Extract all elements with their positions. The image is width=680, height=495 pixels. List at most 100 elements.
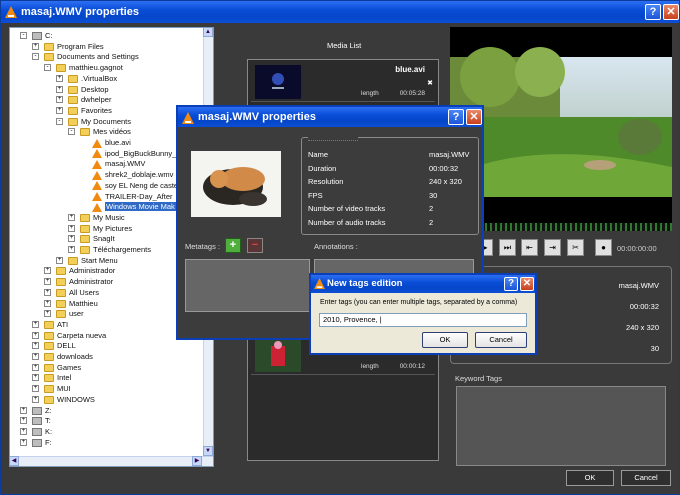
remove-tag-icon[interactable]: − xyxy=(247,238,263,253)
tree-item[interactable]: + T: xyxy=(20,415,51,426)
tree-item[interactable]: + Start Menu xyxy=(56,255,118,266)
remove-icon[interactable]: ✖ xyxy=(427,79,433,87)
tree-item[interactable]: + downloads xyxy=(32,351,93,362)
keyword-tags-box[interactable] xyxy=(456,386,666,466)
tree-item[interactable]: - Mes vidéos xyxy=(68,126,131,137)
stop-icon[interactable]: ● xyxy=(595,239,612,256)
expand-icon[interactable]: + xyxy=(32,363,39,371)
expand-icon[interactable]: + xyxy=(20,427,27,435)
collapse-icon[interactable]: - xyxy=(44,64,51,72)
tree-item[interactable]: + Desktop xyxy=(56,84,109,95)
tree-item[interactable]: + Program Files xyxy=(32,41,104,52)
tree-item[interactable]: + dwhelper xyxy=(56,94,111,105)
close-button[interactable]: ✕ xyxy=(663,4,679,20)
tree-item[interactable]: + K: xyxy=(20,426,52,437)
expand-icon[interactable]: + xyxy=(32,385,39,393)
collapse-icon[interactable]: - xyxy=(56,117,63,125)
tree-item[interactable]: - My Documents xyxy=(56,116,131,127)
scroll-up-icon[interactable]: ▲ xyxy=(203,28,213,37)
tree-item[interactable]: + Favorites xyxy=(56,105,112,116)
tree-item[interactable]: blue.avi xyxy=(92,137,131,148)
tree-item[interactable]: + user xyxy=(44,308,84,319)
tags-cancel-button[interactable]: Cancel xyxy=(475,332,527,348)
tree-item[interactable]: + Intel xyxy=(32,372,71,383)
tree-horizontal-scrollbar[interactable]: ◀ ▶ xyxy=(10,456,213,466)
tree-item[interactable]: + My Music xyxy=(68,212,125,223)
tree-item[interactable]: + WINDOWS xyxy=(32,394,95,405)
expand-icon[interactable]: + xyxy=(68,224,75,232)
expand-icon[interactable]: + xyxy=(32,342,39,350)
close-button[interactable]: ✕ xyxy=(520,277,534,291)
tree-item[interactable]: + My Pictures xyxy=(68,223,132,234)
tree-item[interactable]: + F: xyxy=(20,437,52,448)
expand-icon[interactable]: + xyxy=(68,235,75,243)
tree-item[interactable]: + Téléchargements xyxy=(68,244,151,255)
cut-icon[interactable]: ✂ xyxy=(567,239,584,256)
mark-in-icon[interactable]: ⇤ xyxy=(521,239,538,256)
collapse-icon[interactable]: - xyxy=(68,128,75,136)
expand-icon[interactable]: + xyxy=(20,406,27,414)
expand-icon[interactable]: + xyxy=(56,85,63,93)
expand-icon[interactable]: + xyxy=(32,353,39,360)
cancel-button[interactable]: Cancel xyxy=(621,470,671,486)
tree-item[interactable]: + ATI xyxy=(32,319,68,330)
tree-item[interactable]: - matthieu.gagnot xyxy=(44,62,123,73)
tree-item[interactable]: + MUI xyxy=(32,383,71,394)
expand-icon[interactable]: + xyxy=(44,299,51,307)
tree-item[interactable]: + DELL xyxy=(32,340,76,351)
tree-item[interactable]: - Documents and Settings xyxy=(32,51,139,62)
metatags-box[interactable] xyxy=(185,259,310,312)
tree-item[interactable]: + SnagIt xyxy=(68,233,115,244)
tree-item[interactable]: + Z: xyxy=(20,405,52,416)
media-item[interactable]: blue.avi ✖ length 00:05:28 xyxy=(251,62,435,102)
expand-icon[interactable]: + xyxy=(44,278,51,286)
expand-icon[interactable]: + xyxy=(68,246,75,253)
tree-item[interactable]: Windows Movie Mak xyxy=(92,201,176,212)
scroll-right-icon[interactable]: ▶ xyxy=(192,456,202,466)
expand-icon[interactable]: + xyxy=(32,320,39,328)
expand-icon[interactable]: + xyxy=(44,267,51,275)
tree-item[interactable]: + All Users xyxy=(44,287,99,298)
expand-icon[interactable]: + xyxy=(32,331,39,339)
tree-item[interactable]: + Administrator xyxy=(44,276,113,287)
help-button[interactable]: ? xyxy=(504,277,518,291)
tags-ok-button[interactable]: OK xyxy=(422,332,468,348)
mark-out-icon[interactable]: ⇥ xyxy=(544,239,561,256)
info-fps: 30 xyxy=(650,344,659,353)
expand-icon[interactable]: + xyxy=(44,310,51,318)
expand-icon[interactable]: + xyxy=(56,256,63,264)
tree-item[interactable]: + Matthieu xyxy=(44,298,98,309)
tree-item[interactable]: shrek2_doblaje.wmv xyxy=(92,169,173,180)
help-button[interactable]: ? xyxy=(448,109,464,125)
expand-icon[interactable]: + xyxy=(32,42,39,50)
expand-icon[interactable]: + xyxy=(20,417,27,425)
expand-icon[interactable]: + xyxy=(56,74,63,82)
tree-item[interactable]: TRAILER-Day_After xyxy=(92,191,173,202)
add-tag-icon[interactable]: + xyxy=(225,238,241,253)
tree-item[interactable]: + Carpeta nueva xyxy=(32,330,106,341)
collapse-icon[interactable]: - xyxy=(32,53,39,61)
tree-item[interactable]: + .VirtualBox xyxy=(56,73,117,84)
step-forward-icon[interactable]: ⏭ xyxy=(499,239,516,256)
expand-icon[interactable]: + xyxy=(44,288,51,296)
tree-item[interactable]: soy EL Neng de caste xyxy=(92,180,178,191)
close-button[interactable]: ✕ xyxy=(466,109,482,125)
scroll-down-icon[interactable]: ▼ xyxy=(203,446,213,456)
tree-item[interactable]: - C: xyxy=(20,30,53,41)
expand-icon[interactable]: + xyxy=(20,438,27,446)
tree-item[interactable]: ipod_BigBuckBunny_ xyxy=(92,148,176,159)
scroll-left-icon[interactable]: ◀ xyxy=(10,456,19,466)
expand-icon[interactable]: + xyxy=(68,213,75,221)
folder-icon xyxy=(56,310,66,319)
tree-item[interactable]: + Games xyxy=(32,362,81,373)
collapse-icon[interactable]: - xyxy=(20,32,27,39)
expand-icon[interactable]: + xyxy=(56,106,63,114)
help-button[interactable]: ? xyxy=(645,4,661,20)
expand-icon[interactable]: + xyxy=(32,395,39,403)
tree-item[interactable]: masaj.WMV xyxy=(92,158,145,169)
ok-button[interactable]: OK xyxy=(566,470,614,486)
expand-icon[interactable]: + xyxy=(56,96,63,104)
tags-input[interactable]: 2010, Provence, | xyxy=(319,313,527,327)
tree-item[interactable]: + Administrador xyxy=(44,265,115,276)
expand-icon[interactable]: + xyxy=(32,374,39,382)
